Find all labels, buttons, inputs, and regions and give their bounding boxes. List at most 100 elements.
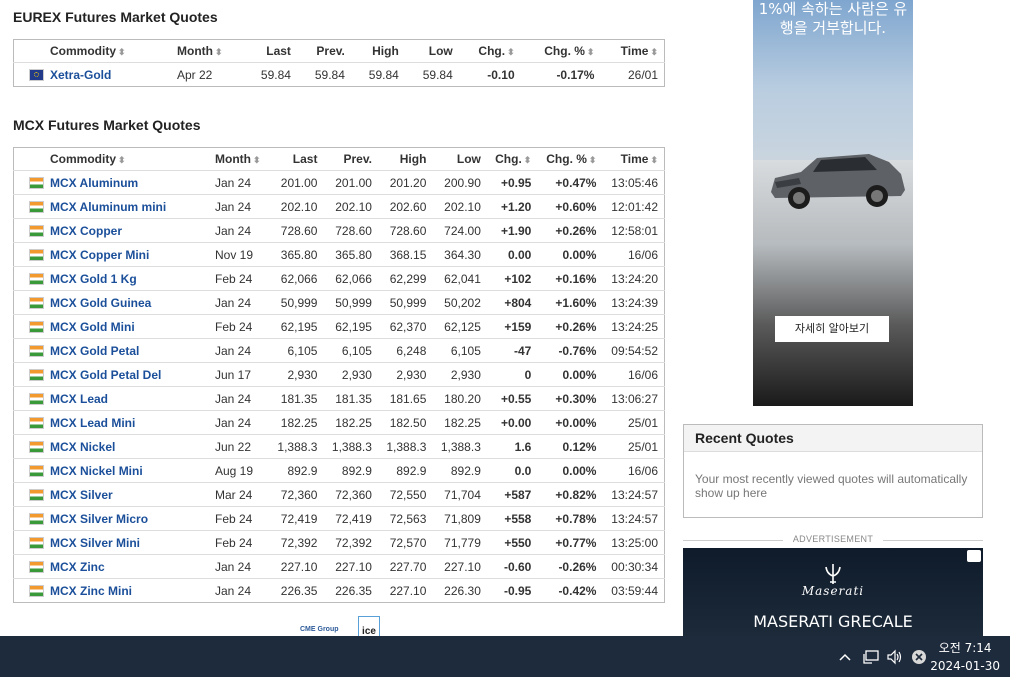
prev-cell: 365.80 [323, 242, 378, 267]
commodity-link[interactable]: MCX Gold 1 Kg [50, 272, 137, 286]
header-time[interactable]: Time ⬍ [600, 40, 664, 63]
month-cell: Nov 19 [209, 242, 269, 267]
top-advertisement[interactable]: 1%에 속하는 사람은 유행을 거부합니다. 자세히 알아보기 [753, 0, 913, 406]
time-cell: 26/01 [600, 62, 665, 87]
commodity-link[interactable]: MCX Silver [50, 488, 113, 502]
month-cell: Jan 24 [209, 194, 269, 219]
last-cell: 892.9 [269, 458, 324, 483]
commodity-link[interactable]: MCX Lead Mini [50, 416, 135, 430]
time-cell: 12:01:42 [602, 194, 665, 219]
header-commodity[interactable]: Commodity ⬍ [44, 148, 209, 171]
last-cell: 62,066 [269, 266, 324, 291]
commodity-link[interactable]: MCX Gold Mini [50, 320, 135, 334]
maserati-trident-icon [825, 564, 841, 584]
prev-cell: 1,388.3 [323, 434, 378, 459]
header-chg[interactable]: Chg. ⬍ [487, 148, 537, 171]
country-flag-icon [29, 369, 44, 382]
header-month[interactable]: Month ⬍ [171, 40, 243, 63]
country-flag-icon [29, 441, 44, 454]
table-row: MCX Aluminum mini Jan 24 202.10 202.10 202.6… [13, 194, 665, 219]
cme-group-logo: CME Group [300, 626, 339, 633]
commodity-link[interactable]: MCX Aluminum mini [50, 200, 166, 214]
commodity-link[interactable]: MCX Aluminum [50, 176, 138, 190]
prev-cell: 181.35 [323, 386, 378, 411]
network-icon[interactable] [862, 649, 880, 665]
advertisement-label: ADVERTISEMENT [683, 534, 983, 544]
commodity-link[interactable]: MCX Zinc Mini [50, 584, 132, 598]
month-cell: Feb 24 [209, 314, 269, 339]
header-chgpct[interactable]: Chg. % ⬍ [521, 40, 601, 63]
commodity-link[interactable]: MCX Gold Petal Del [50, 368, 161, 382]
flag-cell [13, 194, 44, 219]
taskbar-clock[interactable]: 오전 7:14 2024-01-30 [930, 639, 1000, 675]
country-flag-icon [29, 273, 44, 286]
table-row: MCX Gold Guinea Jan 24 50,999 50,999 50,999 5… [13, 290, 665, 315]
low-cell: 892.9 [432, 458, 487, 483]
commodity-link[interactable]: MCX Gold Guinea [50, 296, 151, 310]
header-commodity[interactable]: Commodity ⬍ [44, 40, 171, 63]
last-cell: 202.10 [269, 194, 324, 219]
time-cell: 13:25:00 [602, 530, 665, 555]
last-cell: 72,360 [269, 482, 324, 507]
sort-icon: ⬍ [586, 47, 595, 57]
ice-logo: ice [358, 616, 380, 637]
commodity-cell: MCX Zinc [44, 554, 209, 579]
low-cell: 50,202 [432, 290, 487, 315]
time-cell: 12:58:01 [602, 218, 665, 243]
commodity-cell: MCX Silver Mini [44, 530, 209, 555]
time-cell: 09:54:52 [602, 338, 665, 363]
commodity-link[interactable]: MCX Silver Mini [50, 536, 140, 550]
commodity-link[interactable]: MCX Silver Micro [50, 512, 148, 526]
month-cell: Jan 24 [209, 386, 269, 411]
commodity-cell: MCX Aluminum [44, 170, 209, 195]
month-cell: Jan 24 [209, 578, 269, 603]
header-time[interactable]: Time ⬍ [602, 148, 664, 171]
time-cell: 13:24:57 [602, 506, 665, 531]
high-cell: 2,930 [377, 362, 433, 387]
high-cell: 728.60 [377, 218, 433, 243]
volume-icon[interactable] [886, 649, 904, 665]
commodity-link[interactable]: MCX Lead [50, 392, 108, 406]
high-cell: 227.70 [377, 554, 433, 579]
commodity-link[interactable]: MCX Zinc [50, 560, 105, 574]
low-cell: 59.84 [404, 62, 459, 87]
chgpct-cell: +0.47% [537, 170, 603, 195]
month-cell: Apr 22 [171, 62, 243, 87]
high-cell: 50,999 [377, 290, 433, 315]
chg-cell: +159 [486, 314, 538, 339]
country-flag-icon [29, 321, 44, 334]
chg-cell: -0.95 [486, 578, 538, 603]
learn-more-button[interactable]: 자세히 알아보기 [775, 316, 889, 342]
last-cell: 226.35 [269, 578, 324, 603]
time-cell: 13:24:25 [602, 314, 665, 339]
header-chgpct[interactable]: Chg. % ⬍ [537, 148, 602, 171]
commodity-link[interactable]: MCX Copper Mini [50, 248, 149, 262]
recent-quotes-title: Recent Quotes [684, 425, 982, 452]
low-cell: 1,388.3 [432, 434, 487, 459]
table-header-row: Commodity ⬍ Month ⬍ Last Prev. High Low Ch… [14, 148, 665, 171]
prev-cell: 728.60 [323, 218, 378, 243]
table-row: MCX Gold 1 Kg Feb 24 62,066 62,066 62,299 62,… [13, 266, 665, 291]
chg-cell: +1.90 [486, 218, 538, 243]
chevron-up-icon[interactable] [838, 650, 852, 664]
header-month[interactable]: Month ⬍ [209, 148, 269, 171]
close-circle-icon[interactable] [911, 649, 927, 665]
commodity-link[interactable]: MCX Nickel Mini [50, 464, 143, 478]
header-chg[interactable]: Chg. ⬍ [459, 40, 521, 63]
commodity-link[interactable]: MCX Nickel [50, 440, 115, 454]
chgpct-cell: -0.17% [520, 62, 601, 87]
low-cell: 71,809 [432, 506, 487, 531]
flag-cell [13, 62, 44, 87]
bottom-advertisement[interactable]: Maserati MASERATI GRECALE [683, 548, 983, 636]
commodity-link[interactable]: MCX Copper [50, 224, 122, 238]
high-cell: 72,563 [377, 506, 433, 531]
ad-choices-icon[interactable] [967, 550, 981, 562]
country-flag-icon [29, 489, 44, 502]
sort-icon: ⬍ [252, 155, 261, 165]
prev-cell: 6,105 [323, 338, 378, 363]
commodity-link[interactable]: MCX Gold Petal [50, 344, 139, 358]
prev-cell: 202.10 [323, 194, 378, 219]
chg-cell: +0.55 [486, 386, 538, 411]
commodity-link[interactable]: Xetra-Gold [50, 68, 111, 82]
high-cell: 182.50 [377, 410, 433, 435]
